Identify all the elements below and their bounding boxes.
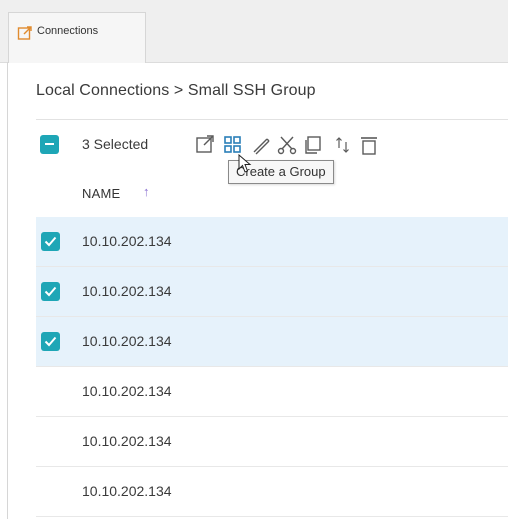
selection-toolbar: 3 Selected Create a Group [36, 120, 508, 184]
connection-name: 10.10.202.134 [82, 383, 172, 399]
table-row[interactable]: 10.10.202.134 [36, 317, 508, 367]
cut-icon[interactable] [276, 134, 298, 156]
table-row[interactable]: 10.10.202.134 [36, 267, 508, 317]
delete-icon[interactable] [358, 134, 380, 156]
connection-name: 10.10.202.134 [82, 433, 172, 449]
table-header: NAME ↑ [36, 176, 508, 216]
selected-count: 3 Selected [82, 136, 149, 152]
sort-ascending-icon[interactable]: ↑ [143, 184, 150, 199]
create-group-icon[interactable] [222, 134, 244, 156]
connection-name: 10.10.202.134 [82, 283, 172, 299]
table-row[interactable]: 10.10.202.134 [36, 217, 508, 267]
row-checkbox[interactable] [41, 232, 60, 251]
copy-icon[interactable] [302, 134, 324, 156]
app-window: Connections Local Connections > Small SS… [0, 0, 508, 519]
connection-name: 10.10.202.134 [82, 233, 172, 249]
connection-name: 10.10.202.134 [82, 483, 172, 499]
select-all-checkbox[interactable] [40, 135, 59, 154]
row-checkbox[interactable] [41, 282, 60, 301]
mouse-cursor-icon [238, 153, 252, 174]
open-icon[interactable] [194, 134, 216, 156]
connections-table: 3 Selected Create a Group NAME ↑ 10.10.2… [36, 119, 508, 519]
external-link-icon [17, 25, 33, 41]
column-header-name[interactable]: NAME [82, 186, 120, 201]
connection-name: 10.10.202.134 [82, 333, 172, 349]
tab-label: Connections [37, 25, 99, 37]
sort-icon[interactable] [332, 134, 354, 156]
table-row[interactable]: 10.10.202.134 [36, 417, 508, 467]
tab-strip: Connections [0, 0, 508, 63]
table-body: 10.10.202.134 10.10.202.134 10.10.202.134 1… [36, 217, 508, 517]
table-row[interactable]: 10.10.202.134 [36, 367, 508, 417]
divider [7, 62, 8, 519]
row-checkbox[interactable] [41, 332, 60, 351]
tab-connections[interactable]: Connections [8, 12, 146, 63]
breadcrumb: Local Connections > Small SSH Group [36, 82, 316, 99]
edit-icon[interactable] [250, 134, 272, 156]
table-row[interactable]: 10.10.202.134 [36, 467, 508, 517]
